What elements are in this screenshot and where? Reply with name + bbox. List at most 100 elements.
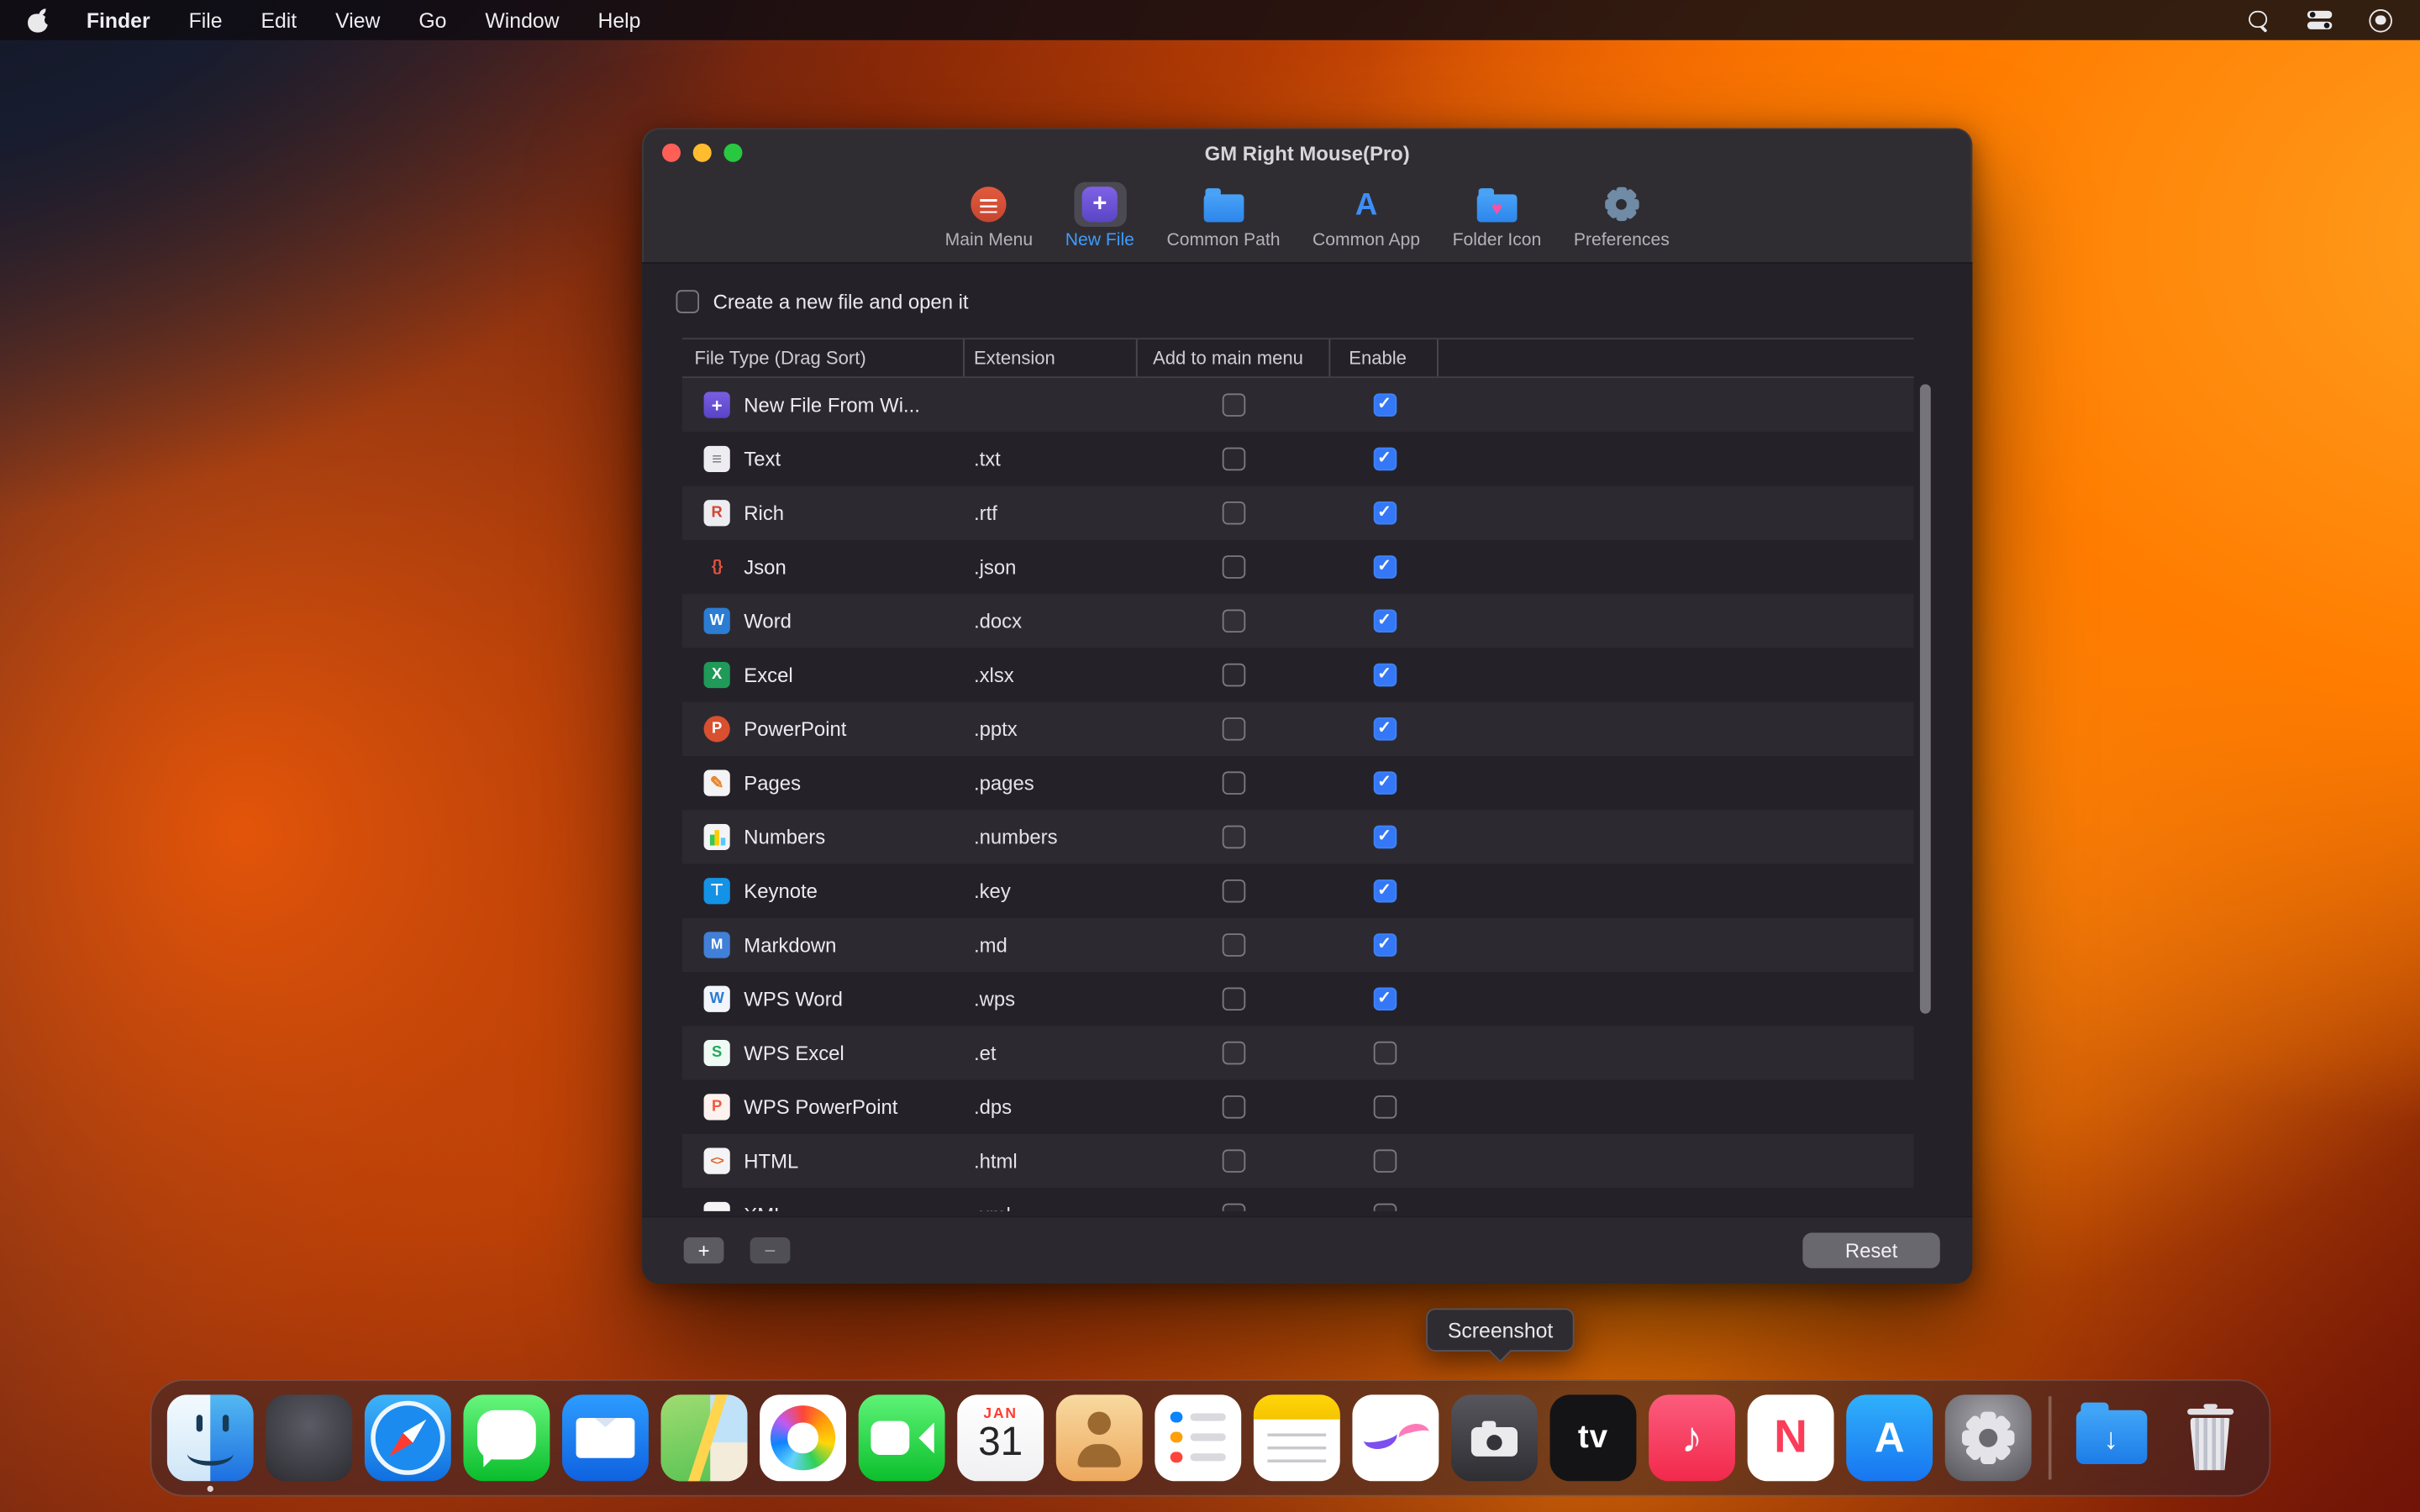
close-button[interactable] bbox=[662, 144, 681, 162]
apple-menu-icon[interactable] bbox=[28, 8, 48, 32]
enable-checkbox[interactable] bbox=[1373, 826, 1397, 849]
enable-checkbox[interactable] bbox=[1373, 555, 1397, 579]
table-row[interactable]: SWPS Excel.et bbox=[682, 1026, 1914, 1079]
enable-checkbox[interactable] bbox=[1373, 393, 1397, 417]
table-row[interactable]: MMarkdown.md bbox=[682, 918, 1914, 972]
table-row[interactable]: <>XML.xml bbox=[682, 1188, 1914, 1211]
menu-item-help[interactable]: Help bbox=[597, 8, 640, 32]
control-center-icon[interactable] bbox=[2307, 11, 2332, 29]
table-row[interactable]: ✎Pages.pages bbox=[682, 756, 1914, 810]
add-to-menu-checkbox[interactable] bbox=[1223, 988, 1246, 1011]
zoom-button[interactable] bbox=[723, 144, 742, 162]
table-row[interactable]: PPowerPoint.pptx bbox=[682, 702, 1914, 756]
enable-checkbox[interactable] bbox=[1373, 717, 1397, 741]
minimize-button[interactable] bbox=[693, 144, 712, 162]
dock-freeform[interactable] bbox=[1352, 1394, 1439, 1481]
status-icon[interactable] bbox=[2369, 8, 2392, 32]
table-row[interactable]: XExcel.xlsx bbox=[682, 648, 1914, 701]
toolbar-tab-folder-icon[interactable]: ♥Folder Icon bbox=[1442, 179, 1552, 253]
dock-downloads[interactable]: ↓ bbox=[2068, 1394, 2154, 1481]
enable-checkbox[interactable] bbox=[1373, 1149, 1397, 1173]
enable-checkbox[interactable] bbox=[1373, 664, 1397, 687]
table-row[interactable]: <>HTML.html bbox=[682, 1134, 1914, 1188]
table-row[interactable]: WWord.docx bbox=[682, 594, 1914, 648]
dock-mail[interactable] bbox=[562, 1394, 649, 1481]
add-to-menu-checkbox[interactable] bbox=[1223, 717, 1246, 741]
menu-item-go[interactable]: Go bbox=[418, 8, 446, 32]
table-row[interactable]: +New File From Wi... bbox=[682, 378, 1914, 432]
toolbar-tab-common-path[interactable]: Common Path bbox=[1156, 179, 1292, 253]
create-open-checkbox[interactable] bbox=[676, 290, 699, 313]
add-button[interactable]: + bbox=[684, 1237, 724, 1263]
col-add-to-main-menu: Add to main menu bbox=[1138, 339, 1331, 376]
add-to-menu-checkbox[interactable] bbox=[1223, 1042, 1246, 1065]
decor bbox=[1945, 1394, 2032, 1481]
table-row[interactable]: WWPS Word.wps bbox=[682, 972, 1914, 1026]
menu-item-file[interactable]: File bbox=[189, 8, 223, 32]
enable-checkbox[interactable] bbox=[1373, 771, 1397, 795]
enable-checkbox[interactable] bbox=[1373, 988, 1397, 1011]
enable-checkbox[interactable] bbox=[1373, 1204, 1397, 1211]
menu-item-window[interactable]: Window bbox=[485, 8, 559, 32]
enable-checkbox[interactable] bbox=[1373, 933, 1397, 957]
dock-screenshot[interactable] bbox=[1451, 1394, 1538, 1481]
table-scrollbar[interactable] bbox=[1920, 384, 1931, 1013]
enable-checkbox[interactable] bbox=[1373, 1042, 1397, 1065]
decor bbox=[1267, 1433, 1326, 1466]
screenshot-icon bbox=[1451, 1394, 1538, 1481]
dock-calendar[interactable]: JAN31 bbox=[957, 1394, 1044, 1481]
add-to-menu-checkbox[interactable] bbox=[1223, 1095, 1246, 1119]
table-row[interactable]: Numbers.numbers bbox=[682, 810, 1914, 864]
search-icon[interactable] bbox=[2247, 8, 2270, 32]
table-row[interactable]: ≡Text.txt bbox=[682, 432, 1914, 486]
toolbar-tab-common-app[interactable]: ACommon App bbox=[1302, 179, 1431, 253]
add-to-menu-checkbox[interactable] bbox=[1223, 879, 1246, 903]
add-to-menu-checkbox[interactable] bbox=[1223, 826, 1246, 849]
add-to-menu-checkbox[interactable] bbox=[1223, 393, 1246, 417]
add-to-menu-checkbox[interactable] bbox=[1223, 771, 1246, 795]
add-to-menu-checkbox[interactable] bbox=[1223, 1149, 1246, 1173]
toolbar-tab-preferences[interactable]: Preferences bbox=[1563, 179, 1681, 253]
table-row[interactable]: PWPS PowerPoint.dps bbox=[682, 1080, 1914, 1134]
dock-contacts[interactable] bbox=[1056, 1394, 1143, 1481]
freeform-icon bbox=[1352, 1394, 1439, 1481]
add-to-menu-checkbox[interactable] bbox=[1223, 555, 1246, 579]
dock-photos[interactable] bbox=[760, 1394, 846, 1481]
remove-button[interactable]: − bbox=[750, 1237, 791, 1263]
toolbar-tab-main-menu[interactable]: Main Menu bbox=[934, 179, 1044, 253]
dock-music[interactable]: ♪ bbox=[1649, 1394, 1735, 1481]
dock-settings[interactable] bbox=[1945, 1394, 2032, 1481]
menu-item-edit[interactable]: Edit bbox=[260, 8, 297, 32]
enable-checkbox[interactable] bbox=[1373, 610, 1397, 633]
dock-trash[interactable] bbox=[2166, 1394, 2253, 1481]
dock-appletv[interactable]: tv bbox=[1550, 1394, 1637, 1481]
enable-checkbox[interactable] bbox=[1373, 501, 1397, 525]
table-row[interactable]: ⊤Keynote.key bbox=[682, 864, 1914, 918]
dock-launchpad[interactable] bbox=[266, 1394, 352, 1481]
dock-news[interactable]: N bbox=[1748, 1394, 1834, 1481]
add-to-menu-checkbox[interactable] bbox=[1223, 448, 1246, 471]
reset-button[interactable]: Reset bbox=[1802, 1233, 1939, 1268]
toolbar-tab-new-file[interactable]: New File bbox=[1055, 179, 1145, 253]
dock-reminders[interactable] bbox=[1155, 1394, 1241, 1481]
enable-checkbox[interactable] bbox=[1373, 879, 1397, 903]
add-to-menu-checkbox[interactable] bbox=[1223, 933, 1246, 957]
add-to-menu-checkbox[interactable] bbox=[1223, 610, 1246, 633]
table-row[interactable]: RRich.rtf bbox=[682, 486, 1914, 540]
table-row[interactable]: {}Json.json bbox=[682, 540, 1914, 594]
dock-facetime[interactable] bbox=[859, 1394, 945, 1481]
dock-finder[interactable] bbox=[167, 1394, 254, 1481]
add-to-menu-checkbox[interactable] bbox=[1223, 1204, 1246, 1211]
dock-maps[interactable] bbox=[661, 1394, 748, 1481]
enable-checkbox[interactable] bbox=[1373, 448, 1397, 471]
add-to-menu-checkbox[interactable] bbox=[1223, 664, 1246, 687]
menu-app-name[interactable]: Finder bbox=[87, 8, 150, 32]
dock-safari[interactable] bbox=[365, 1394, 451, 1481]
menu-item-view[interactable]: View bbox=[335, 8, 380, 32]
dock-notes[interactable] bbox=[1254, 1394, 1340, 1481]
dock-messages[interactable] bbox=[463, 1394, 550, 1481]
add-to-menu-checkbox[interactable] bbox=[1223, 501, 1246, 525]
heart-icon: ♥ bbox=[1491, 199, 1502, 218]
dock-appstore[interactable]: A bbox=[1846, 1394, 1933, 1481]
enable-checkbox[interactable] bbox=[1373, 1095, 1397, 1119]
